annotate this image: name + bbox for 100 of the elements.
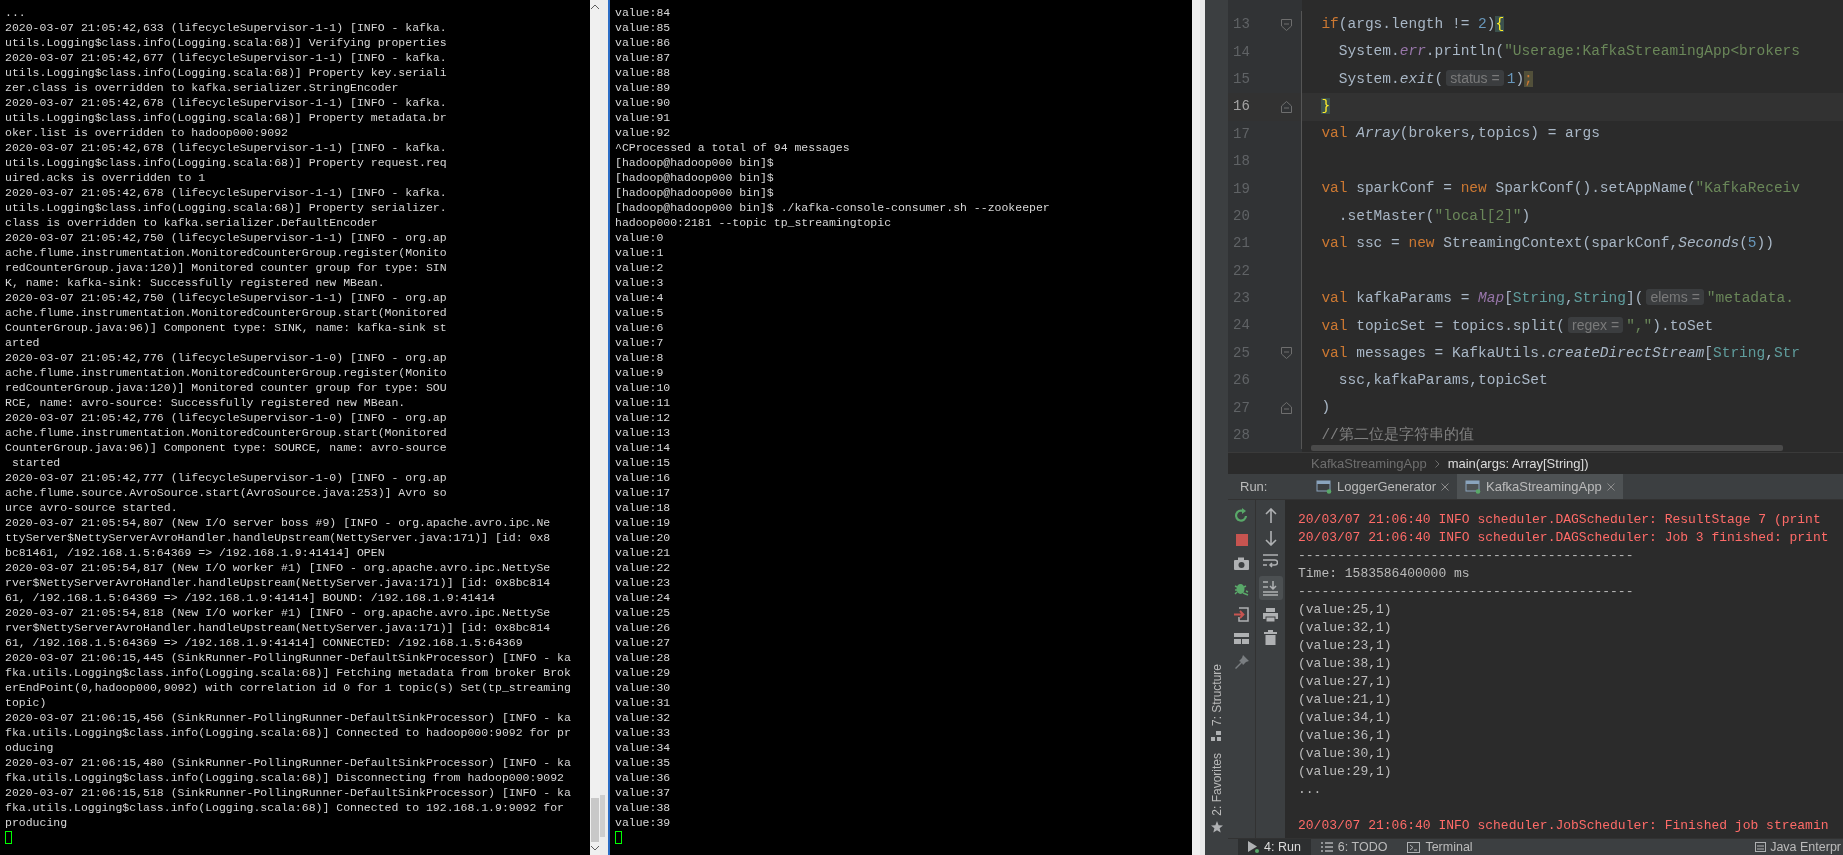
- terminal-line: value:13: [615, 425, 672, 440]
- terminal-line: value:31: [615, 695, 672, 710]
- terminal-line: value:35: [615, 755, 672, 770]
- tool-window-button[interactable]: 7: Structure: [1207, 664, 1226, 742]
- terminal-line: class is overridden to kafka.serializer.DefaultEncoder: [5, 215, 379, 230]
- trash-icon[interactable]: [1264, 630, 1277, 645]
- console-line: (value:36,1): [1298, 727, 1393, 745]
- code-line: .setMaster("local[2]"): [1337, 206, 1531, 226]
- terminal-line: value:16: [615, 470, 672, 485]
- terminal-line: [hadoop@hadoop000 bin]$ ./kafka-console-consumer.sh --zookeeper: [615, 200, 1051, 215]
- fold-icon[interactable]: [1281, 18, 1292, 31]
- terminal-line: value:92: [615, 125, 672, 140]
- terminal-line: utils.Logging$class.info(Logging.scala:68)] Property key.seriali: [5, 65, 448, 80]
- terminal-line: [hadoop@hadoop000 bin]$: [615, 170, 775, 185]
- terminal-line: zer.class is overridden to kafka.serializer.StringEncoder: [5, 80, 400, 95]
- console-line: -------------------------------------------: [1298, 583, 1635, 601]
- terminal-line: 2020-03-07 21:05:54,807 (New I/O server boss #9) [INFO - org.apache.avro.ipc.Ne: [5, 515, 552, 530]
- terminal-line: hadoop000:2181 --topic tp_streamingtopic: [615, 215, 893, 230]
- terminal-line: 2020-03-07 21:05:42,750 (lifecycleSupervisor-1-1) [INFO - org.ap: [5, 230, 448, 245]
- rerun-icon[interactable]: [1234, 508, 1249, 523]
- terminal-line: value:20: [615, 530, 672, 545]
- terminal-line: value:88: [615, 65, 672, 80]
- console-icon: [1465, 479, 1481, 494]
- close-icon[interactable]: [1606, 482, 1615, 491]
- terminal-line: value:85: [615, 20, 672, 35]
- terminal-line: RCE, name: avro-source: Successfully registered new MBean.: [5, 395, 407, 410]
- tool-window-button[interactable]: 2: Favorites: [1207, 753, 1226, 833]
- bug-icon[interactable]: [1234, 581, 1249, 596]
- console-line: (value:38,1): [1298, 655, 1393, 673]
- terminal-line: 2020-03-07 21:05:54,817 (New I/O worker #1) [INFO - org.apache.avro.ipc.NettySe: [5, 560, 552, 575]
- scrollbar-thumb[interactable]: [591, 798, 599, 842]
- console-line: (value:25,1): [1298, 601, 1393, 619]
- fold-icon[interactable]: [1281, 100, 1292, 113]
- terminal-line: value:34: [615, 740, 672, 755]
- terminal-line: CounterGroup.java:96)] Component type: SINK, name: kafka-sink st: [5, 320, 448, 335]
- breadcrumb-item[interactable]: main(args: Array[String]): [1447, 453, 1589, 474]
- pin-icon[interactable]: [1234, 655, 1249, 669]
- terminal-line: [hadoop@hadoop000 bin]$: [615, 155, 775, 170]
- terminal-line: ache.flume.instrumentation.MonitoredCounterGroup.register(Monito: [5, 365, 448, 380]
- tool-window-tab[interactable]: Java Enterpr: [1755, 839, 1843, 855]
- terminal-line: utils.Logging$class.info(Logging.scala:68)] Property request.req: [5, 155, 448, 170]
- terminal-line: value:10: [615, 380, 672, 395]
- terminal-line: value:7: [615, 335, 665, 350]
- fold-icon[interactable]: [1281, 402, 1292, 415]
- scrollbar-thumb[interactable]: [600, 795, 605, 837]
- scrollbar-thumb[interactable]: [1311, 445, 1783, 451]
- console-line: (value:23,1): [1298, 637, 1393, 655]
- terminal-line: value:84: [615, 5, 672, 20]
- structure-icon: [1211, 731, 1222, 742]
- tool-window-tab[interactable]: 6: TODO: [1310, 839, 1398, 855]
- arrow-up-icon[interactable]: [591, 4, 599, 9]
- code-editor[interactable]: [1228, 0, 1843, 452]
- terminal-line: value:28: [615, 650, 672, 665]
- terminal-line: value:8: [615, 350, 665, 365]
- terminal-line: ^CProcessed a total of 94 messages: [615, 140, 851, 155]
- run-tab[interactable]: KafkaStreamingApp: [1457, 474, 1623, 499]
- stop-icon[interactable]: [1235, 534, 1248, 546]
- terminal-line: value:14: [615, 440, 672, 455]
- terminal-line: value:87: [615, 50, 672, 65]
- terminal-line: value:23: [615, 575, 672, 590]
- terminal-line: 2020-03-07 21:05:42,750 (lifecycleSupervisor-1-1) [INFO - org.ap: [5, 290, 448, 305]
- chevron-icon: [1434, 459, 1440, 468]
- scroll-to-end-button[interactable]: [1258, 576, 1283, 600]
- terminal-line: 61, /192.168.1.5:64369 => /192.168.1.9:41414] CONNECTED: /192.168.1.5:64369: [5, 635, 524, 650]
- close-icon[interactable]: [1441, 482, 1449, 491]
- soft-wrap-icon[interactable]: [1263, 554, 1278, 568]
- print-icon[interactable]: [1263, 608, 1278, 622]
- code-line: ssc,kafkaParams,topicSet: [1337, 370, 1548, 390]
- terminal-line: value:4: [615, 290, 665, 305]
- console-line: 20/03/07 21:06:40 INFO scheduler.DAGScheduler: ResultStage 7 (print: [1298, 511, 1822, 529]
- code-line: val topicSet = topics.split( regex = ",").toSet: [1320, 315, 1714, 336]
- line-number: 16: [1232, 97, 1251, 117]
- code-line: val sparkConf = new SparkConf().setAppName("KafkaReceiv: [1320, 179, 1800, 199]
- tool-window-tab[interactable]: 4: Run: [1238, 839, 1311, 855]
- terminal-line: uired.acks is overridden to 1: [5, 170, 207, 185]
- tool-window-tab[interactable]: Terminal: [1397, 839, 1483, 855]
- terminal-line: ache.flume.instrumentation.MonitoredCounterGroup.start(Monitored: [5, 425, 448, 440]
- arrow-down-icon[interactable]: [591, 846, 599, 851]
- import-icon[interactable]: [1234, 607, 1249, 622]
- terminal-line: rver$NettyServerAvroHandler.handleUpstream(NettyServer.java:171)] [id: 0x8bc814: [5, 620, 552, 635]
- fold-icon[interactable]: [1281, 347, 1292, 360]
- arrow-up-icon[interactable]: [1264, 508, 1277, 523]
- terminal-line: arted: [5, 335, 41, 350]
- terminal-line: value:24: [615, 590, 672, 605]
- camera-icon[interactable]: [1234, 557, 1249, 570]
- terminal-line: bc81461, /192.168.1.5:64369 => /192.168.1.9:41414] OPEN: [5, 545, 386, 560]
- terminal-line: ache.flume.instrumentation.MonitoredCounterGroup.start(Monitored: [5, 305, 448, 320]
- layout-icon[interactable]: [1234, 633, 1249, 644]
- scrollbar[interactable]: [600, 0, 608, 855]
- terminal-line: 2020-03-07 21:05:42,678 (lifecycleSupervisor-1-1) [INFO - kafka.: [5, 140, 448, 155]
- terminal-line: value:11: [615, 395, 672, 410]
- arrow-down-icon[interactable]: [1264, 531, 1277, 546]
- terminal-line: 2020-03-07 21:06:15,445 (SinkRunner-PollingRunner-DefaultSinkProcessor) [INFO - ka: [5, 650, 572, 665]
- terminal-line: value:32: [615, 710, 672, 725]
- console-line: 20/03/07 21:06:40 INFO scheduler.DAGScheduler: Job 3 finished: print: [1298, 529, 1830, 547]
- console-line: (value:30,1): [1298, 745, 1393, 763]
- terminal-line: fka.utils.Logging$class.info(Logging.scala:68)] Fetching metadata from broker Brok: [5, 665, 572, 680]
- terminal-line: redCounterGroup.java:120)] Monitored counter group for type: SIN: [5, 260, 448, 275]
- terminal-line: value:21: [615, 545, 672, 560]
- terminal-line: value:38: [615, 800, 672, 815]
